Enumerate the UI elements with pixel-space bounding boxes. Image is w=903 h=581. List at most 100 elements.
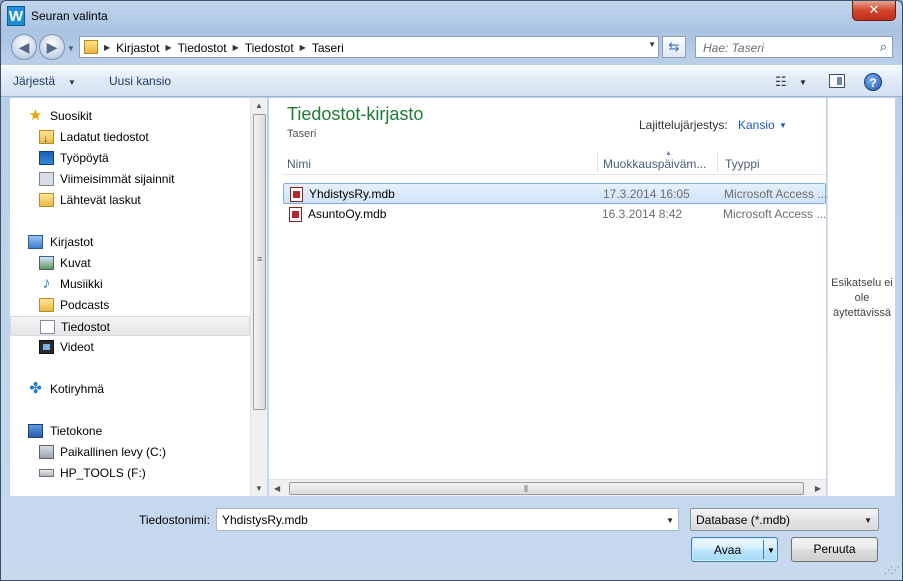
column-date-modified[interactable]: Muokkauspäiväm... xyxy=(603,157,706,171)
organize-button[interactable]: Järjestä xyxy=(13,74,55,88)
nav-item-pictures[interactable]: Kuvat xyxy=(10,253,250,273)
nav-label: Viimeisimmät sijainnit xyxy=(60,172,175,186)
nav-item-recent-places[interactable]: Viimeisimmät sijainnit xyxy=(10,169,250,189)
nav-label: Ladatut tiedostot xyxy=(60,130,149,144)
file-row[interactable]: YhdistysRy.mdb 17.3.2014 16:05 Microsoft… xyxy=(283,183,828,204)
column-divider[interactable] xyxy=(597,152,598,173)
nav-item-videos[interactable]: Videot xyxy=(10,337,250,357)
navigation-scrollbar[interactable]: ▲ ≡ ▼ xyxy=(250,98,267,496)
open-button-label: Avaa xyxy=(714,543,742,557)
preview-line: Esikatselu ei xyxy=(831,277,893,289)
chevron-down-icon[interactable]: ▼ xyxy=(779,121,787,130)
desktop-icon xyxy=(39,151,54,165)
filename-dropdown-icon[interactable]: ▼ xyxy=(666,516,674,525)
pictures-icon xyxy=(39,256,54,270)
nav-label: Lähtevät laskut xyxy=(60,193,141,207)
breadcrumb-chevron-icon[interactable]: ▶ xyxy=(300,41,306,55)
preview-line: ole xyxy=(854,292,870,304)
chevron-down-icon[interactable]: ▼ xyxy=(68,78,76,87)
title-bar[interactable]: W Seuran valinta ✕ xyxy=(1,1,902,31)
back-button[interactable]: ◀ xyxy=(11,34,37,60)
address-dropdown-icon[interactable]: ▼ xyxy=(648,40,656,49)
nav-group-homegroup[interactable]: ✤ Kotiryhmä xyxy=(10,379,250,399)
scroll-up-icon[interactable]: ▲ xyxy=(255,101,263,110)
breadcrumb-chevron-icon[interactable]: ▶ xyxy=(233,41,239,55)
navigation-pane: ★ Suosikit Ladatut tiedostot Työpöytä Vi… xyxy=(10,98,250,496)
downloads-folder-icon xyxy=(39,129,54,149)
scroll-left-icon[interactable]: ◀ xyxy=(274,484,280,493)
access-database-icon xyxy=(290,187,303,202)
scrollbar-thumb[interactable]: ≡ xyxy=(253,114,266,410)
nav-group-libraries[interactable]: Kirjastot xyxy=(10,232,250,252)
column-name[interactable]: Nimi xyxy=(287,157,311,171)
file-type: Microsoft Access ... xyxy=(724,187,828,201)
filename-input[interactable]: YhdistysRy.mdb ▼ xyxy=(216,508,679,531)
app-icon: W xyxy=(7,6,25,26)
local-disk-icon xyxy=(39,445,54,459)
open-button[interactable]: Avaa ▼ xyxy=(691,537,778,562)
search-placeholder: Hae: Taseri xyxy=(703,41,764,55)
resize-grip-icon[interactable]: ⋰⋰ xyxy=(884,565,900,576)
change-view-icon[interactable]: ☷ xyxy=(775,74,787,90)
command-bar: Järjestä ▼ Uusi kansio ☷ ▼ ? xyxy=(1,65,902,97)
nav-label: Kirjastot xyxy=(50,235,94,249)
file-open-dialog: W Seuran valinta ✕ ◀ ▶ ▼ ▶ Kirjastot ▶ T… xyxy=(0,0,903,581)
scroll-down-icon[interactable]: ▼ xyxy=(255,484,263,493)
forward-button[interactable]: ▶ xyxy=(39,34,65,60)
breadcrumb-chevron-icon[interactable]: ▶ xyxy=(166,41,172,55)
nav-item-local-disk[interactable]: Paikallinen levy (C:) xyxy=(10,442,250,462)
nav-group-computer[interactable]: Tietokone xyxy=(10,421,250,441)
help-icon[interactable]: ? xyxy=(864,73,882,91)
horizontal-scrollbar[interactable]: ◀ ⦀ ▶ xyxy=(269,479,826,496)
close-button[interactable]: ✕ xyxy=(852,1,896,21)
library-subtitle: Taseri xyxy=(287,128,317,140)
file-name: YhdistysRy.mdb xyxy=(309,187,395,201)
usb-drive-icon xyxy=(39,469,54,477)
file-date: 16.3.2014 8:42 xyxy=(602,207,683,221)
arrange-by-label: Lajittelujärjestys: xyxy=(639,118,728,132)
nav-item-downloads[interactable]: Ladatut tiedostot xyxy=(10,127,250,149)
library-title: Tiedostot-kirjasto xyxy=(287,104,424,124)
folder-icon xyxy=(39,193,54,207)
nav-label: Tietokone xyxy=(50,424,103,438)
nav-item-podcasts[interactable]: Podcasts xyxy=(10,295,250,315)
refresh-button[interactable]: ⇆ xyxy=(662,36,686,58)
recent-locations-dropdown[interactable]: ▼ xyxy=(67,44,75,53)
nav-item-documents[interactable]: Tiedostot xyxy=(10,316,250,336)
cancel-button[interactable]: Peruuta xyxy=(791,537,878,562)
breadcrumb-item[interactable]: Taseri xyxy=(312,41,344,55)
chevron-down-icon[interactable]: ▼ xyxy=(864,516,872,525)
address-bar[interactable]: ▶ Kirjastot ▶ Tiedostot ▶ Tiedostot ▶ Ta… xyxy=(79,36,659,58)
view-options-dropdown[interactable]: ▼ xyxy=(799,78,807,87)
preview-pane-icon[interactable] xyxy=(829,74,845,88)
new-folder-button[interactable]: Uusi kansio xyxy=(109,74,171,88)
nav-item-desktop[interactable]: Työpöytä xyxy=(10,148,250,168)
nav-label: HP_TOOLS (F:) xyxy=(60,466,146,480)
back-arrow-icon: ◀ xyxy=(18,39,30,55)
nav-group-favorites[interactable]: ★ Suosikit xyxy=(10,106,250,126)
recent-places-icon xyxy=(39,172,54,186)
column-type[interactable]: Tyyppi xyxy=(725,157,760,171)
file-date: 17.3.2014 16:05 xyxy=(603,187,690,201)
nav-item-hp-tools[interactable]: HP_TOOLS (F:) xyxy=(10,463,250,483)
scrollbar-thumb[interactable]: ⦀ xyxy=(289,482,804,495)
breadcrumb-item[interactable]: Kirjastot xyxy=(116,41,159,55)
scroll-right-icon[interactable]: ▶ xyxy=(815,484,821,493)
open-options-dropdown[interactable]: ▼ xyxy=(767,546,775,555)
file-type-select[interactable]: Database (*.mdb) ▼ xyxy=(690,508,879,531)
search-input[interactable]: Hae: Taseri ⌕ xyxy=(695,36,893,58)
nav-item-outgoing-invoices[interactable]: Lähtevät laskut xyxy=(10,190,250,210)
search-icon[interactable]: ⌕ xyxy=(880,39,887,55)
arrange-by-dropdown[interactable]: Kansio xyxy=(738,118,775,132)
preview-message: Esikatselu ei ole äytettävissä xyxy=(828,276,896,321)
computer-icon xyxy=(28,424,43,438)
breadcrumb-item[interactable]: Tiedostot xyxy=(178,41,227,55)
nav-item-music[interactable]: ♪ Musiikki xyxy=(10,274,250,294)
access-database-icon xyxy=(289,207,302,222)
file-row[interactable]: AsuntoOy.mdb 16.3.2014 8:42 Microsoft Ac… xyxy=(283,204,826,225)
column-divider[interactable] xyxy=(717,152,718,173)
breadcrumb-chevron-icon[interactable]: ▶ xyxy=(104,41,110,55)
breadcrumb-item[interactable]: Tiedostot xyxy=(245,41,294,55)
sort-indicator-icon: ▲ xyxy=(665,150,672,157)
filename-label: Tiedostonimi: xyxy=(139,513,210,527)
